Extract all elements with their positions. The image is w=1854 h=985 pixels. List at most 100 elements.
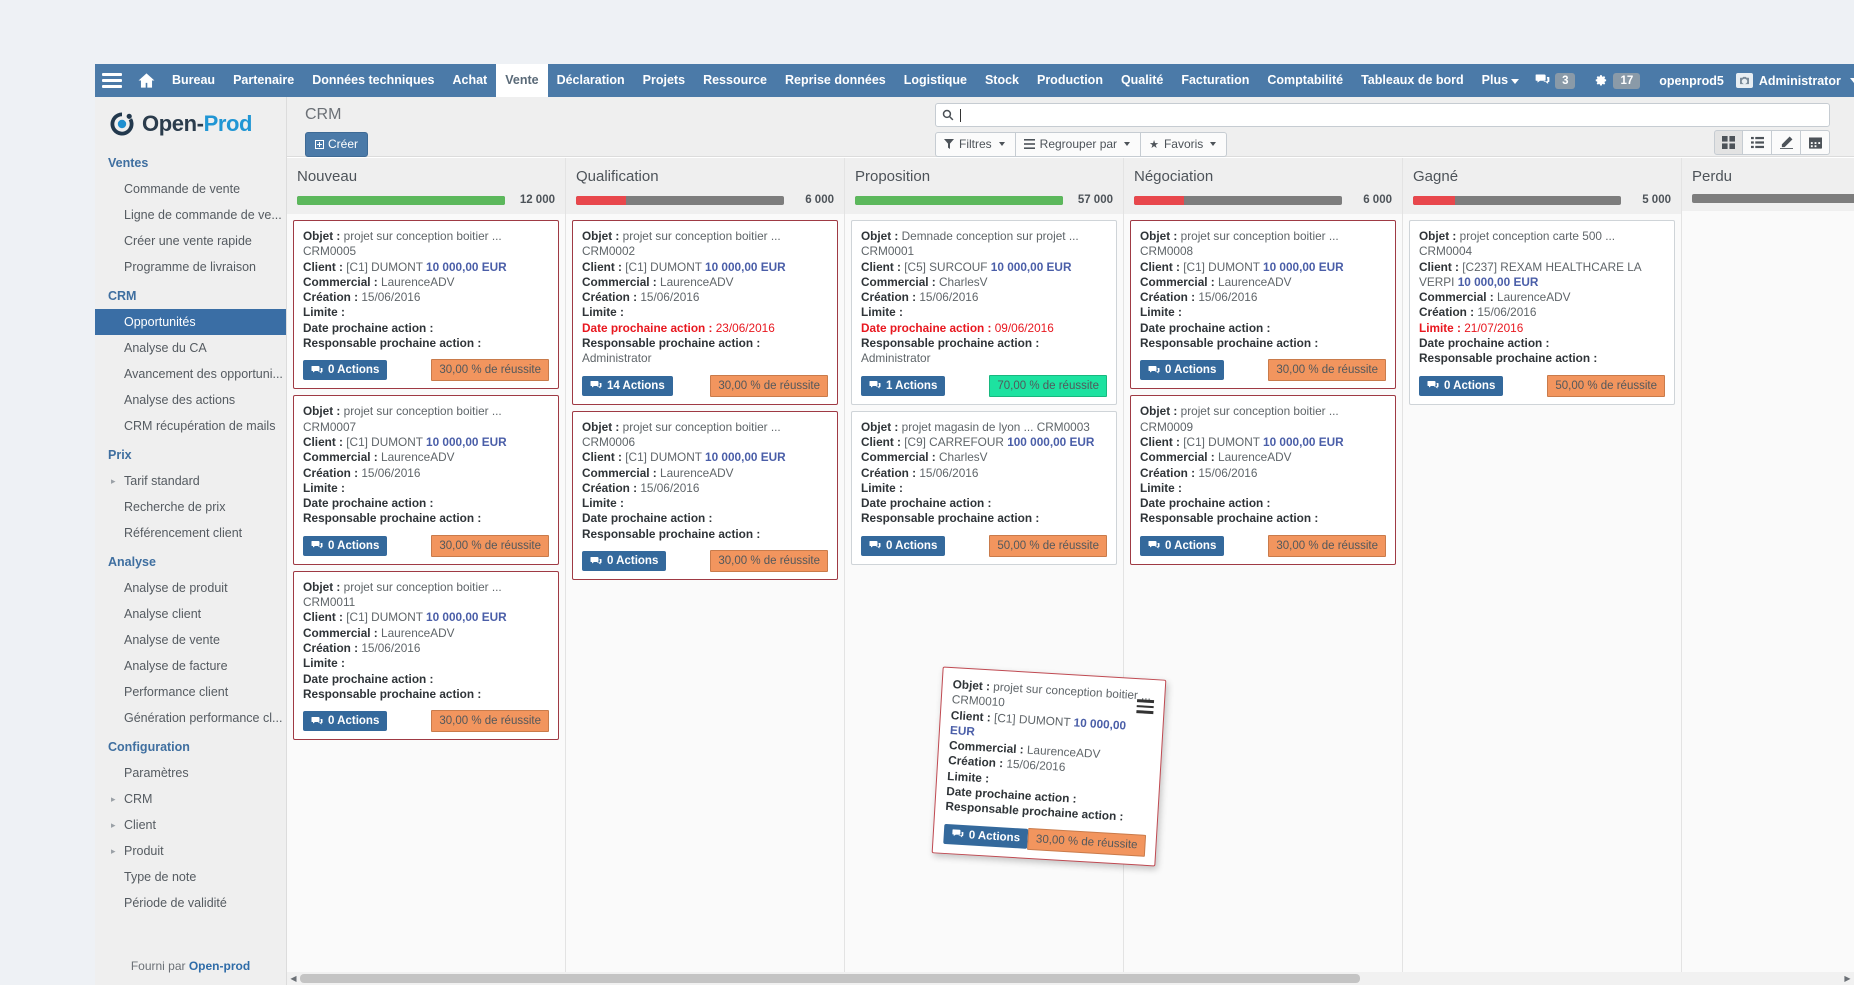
kanban-column-body[interactable]: Objet : Demnade conception sur projet ..…	[845, 214, 1123, 565]
horizontal-scrollbar[interactable]: ◀ ▶	[287, 972, 1854, 985]
nav-item-stock[interactable]: Stock	[976, 64, 1028, 97]
kanban-column-title[interactable]: Nouveau	[297, 168, 555, 194]
kanban-column-body[interactable]: Objet : projet sur conception boitier ..…	[287, 214, 565, 740]
sidebar-item-ligne-de-commande-de-ve[interactable]: Ligne de commande de ve...	[95, 202, 286, 228]
sidebar-item-cr-er-une-vente-rapide[interactable]: Créer une vente rapide	[95, 228, 286, 254]
kanban-card[interactable]: Objet : projet sur conception boitier ..…	[293, 220, 559, 389]
card-actions-button[interactable]: 0 Actions	[943, 824, 1028, 849]
footer-brand-link[interactable]: Open-prod	[189, 959, 250, 973]
sidebar-item-recherche-de-prix[interactable]: Recherche de prix	[95, 494, 286, 520]
sidebar-item-opportunit-s[interactable]: Opportunités	[95, 309, 286, 335]
nav-item-partenaire[interactable]: Partenaire	[224, 64, 303, 97]
hamburger-icon[interactable]	[95, 64, 129, 97]
nav-item-projets[interactable]: Projets	[634, 64, 694, 97]
kanban-column-body[interactable]: Objet : projet conception carte 500 ...C…	[1403, 214, 1681, 405]
messages-button[interactable]: 3	[1528, 72, 1582, 90]
sidebar-item-g-n-ration-performance-cl[interactable]: Génération performance cl...	[95, 705, 286, 731]
sidebar-item-produit[interactable]: Produit	[95, 838, 286, 864]
sidebar-item-p-riode-de-validit[interactable]: Période de validité	[95, 890, 286, 916]
search-input[interactable]	[935, 103, 1830, 127]
kanban-column-title[interactable]: Perdu	[1692, 168, 1854, 194]
kanban-column-title[interactable]: Gagné	[1413, 168, 1671, 194]
card-actions-button[interactable]: 1 Actions	[861, 376, 945, 396]
kanban-column-title[interactable]: Qualification	[576, 168, 834, 194]
card-actions-button[interactable]: 0 Actions	[303, 711, 387, 731]
scrollbar-thumb[interactable]	[300, 974, 1360, 983]
scrollbar-track[interactable]	[300, 972, 1841, 985]
sidebar-item-client[interactable]: Client	[95, 812, 286, 838]
kanban-column-body[interactable]: Objet : projet sur conception boitier ..…	[566, 214, 844, 580]
nav-item-achat[interactable]: Achat	[443, 64, 496, 97]
list-view-button[interactable]	[1743, 130, 1772, 155]
nav-item-vente[interactable]: Vente	[496, 64, 547, 97]
kanban-card[interactable]: Objet : projet sur conception boitier ..…	[293, 571, 559, 740]
scroll-right-arrow[interactable]: ▶	[1841, 972, 1854, 985]
nav-item-tableaux-de-bord[interactable]: Tableaux de bord	[1352, 64, 1473, 97]
sidebar-item-crm[interactable]: CRM	[95, 786, 286, 812]
sidebar-item-commande-de-vente[interactable]: Commande de vente	[95, 176, 286, 202]
sidebar-item-analyse-des-actions[interactable]: Analyse des actions	[95, 387, 286, 413]
nav-item-production[interactable]: Production	[1028, 64, 1112, 97]
sidebar-item-type-de-note[interactable]: Type de note	[95, 864, 286, 890]
kanban-card[interactable]: Objet : projet sur conception boitier ..…	[1130, 220, 1396, 389]
kanban-card[interactable]: Objet : projet sur conception boitier ..…	[572, 411, 838, 580]
kanban-column-body[interactable]: Objet : projet sur conception boitier ..…	[1124, 214, 1402, 565]
sidebar-item-analyse-de-vente[interactable]: Analyse de vente	[95, 627, 286, 653]
create-button[interactable]: Créer	[305, 132, 368, 157]
kanban-card[interactable]: Objet : projet magasin de lyon ... CRM00…	[851, 411, 1117, 565]
kanban-column-progress: 6 000	[576, 194, 834, 214]
sidebar-item-analyse-de-produit[interactable]: Analyse de produit	[95, 575, 286, 601]
nav-item-logistique[interactable]: Logistique	[895, 64, 976, 97]
card-actions-button[interactable]: 0 Actions	[303, 360, 387, 380]
card-amount: 10 000,00 EUR	[1263, 435, 1344, 449]
dragged-kanban-card[interactable]: Objet : projet sur conception boitier ..…	[932, 667, 1167, 867]
kanban-column-body[interactable]	[1682, 211, 1854, 217]
nav-item-ressource[interactable]: Ressource	[694, 64, 776, 97]
sidebar-item-param-tres[interactable]: Paramètres	[95, 760, 286, 786]
nav-item-comptabilit[interactable]: Comptabilité	[1258, 64, 1352, 97]
sidebar-item-programme-de-livraison[interactable]: Programme de livraison	[95, 254, 286, 280]
kanban-card[interactable]: Objet : Demnade conception sur projet ..…	[851, 220, 1117, 405]
sidebar-item-performance-client[interactable]: Performance client	[95, 679, 286, 705]
brand-logo[interactable]: Open-Prod	[95, 97, 286, 147]
form-view-button[interactable]	[1772, 130, 1801, 155]
scroll-left-arrow[interactable]: ◀	[287, 972, 300, 985]
nav-item-qualit[interactable]: Qualité	[1112, 64, 1172, 97]
card-actions-button[interactable]: 0 Actions	[582, 551, 666, 571]
card-actions-button[interactable]: 0 Actions	[1140, 536, 1224, 556]
kanban-card[interactable]: Objet : projet sur conception boitier ..…	[572, 220, 838, 405]
kanban-card[interactable]: Objet : projet sur conception boitier ..…	[1130, 395, 1396, 564]
card-actions-button[interactable]: 0 Actions	[1419, 376, 1503, 396]
kanban-column-title[interactable]: Proposition	[855, 168, 1113, 194]
nav-item-donn-es-techniques[interactable]: Données techniques	[303, 64, 443, 97]
kanban-card[interactable]: Objet : projet sur conception boitier ..…	[293, 395, 559, 564]
kanban-column-title[interactable]: Négociation	[1134, 168, 1392, 194]
drag-handle-icon[interactable]	[1136, 699, 1154, 713]
card-actions-button[interactable]: 14 Actions	[582, 376, 673, 396]
sidebar-item-crm-r-cup-ration-de-mails[interactable]: CRM récupération de mails	[95, 413, 286, 439]
filters-button[interactable]: Filtres	[935, 132, 1016, 157]
sidebar-item-analyse-du-ca[interactable]: Analyse du CA	[95, 335, 286, 361]
kanban-view-button[interactable]	[1714, 130, 1743, 155]
sidebar-item-tarif-standard[interactable]: Tarif standard	[95, 468, 286, 494]
card-actions-label: 0 Actions	[328, 715, 379, 727]
nav-item-plus[interactable]: Plus	[1473, 64, 1528, 97]
calendar-view-button[interactable]	[1801, 130, 1830, 155]
sidebar-item-analyse-client[interactable]: Analyse client	[95, 601, 286, 627]
nav-item-d-claration[interactable]: Déclaration	[548, 64, 634, 97]
home-icon[interactable]	[129, 64, 163, 97]
user-menu[interactable]: Administrator	[1736, 73, 1854, 88]
favorites-button[interactable]: ★ Favoris	[1141, 132, 1227, 157]
group-by-button[interactable]: Regrouper par	[1016, 132, 1141, 157]
nav-item-bureau[interactable]: Bureau	[163, 64, 224, 97]
sidebar-item-analyse-de-facture[interactable]: Analyse de facture	[95, 653, 286, 679]
nav-item-reprise-donn-es[interactable]: Reprise données	[776, 64, 895, 97]
card-actions-button[interactable]: 0 Actions	[303, 536, 387, 556]
sidebar-item-avancement-des-opportuni[interactable]: Avancement des opportuni...	[95, 361, 286, 387]
card-actions-button[interactable]: 0 Actions	[861, 536, 945, 556]
nav-item-facturation[interactable]: Facturation	[1172, 64, 1258, 97]
sidebar-item-r-f-rencement-client[interactable]: Référencement client	[95, 520, 286, 546]
card-actions-button[interactable]: 0 Actions	[1140, 360, 1224, 380]
kanban-card[interactable]: Objet : projet conception carte 500 ...C…	[1409, 220, 1675, 405]
settings-button[interactable]: 17	[1586, 72, 1647, 90]
